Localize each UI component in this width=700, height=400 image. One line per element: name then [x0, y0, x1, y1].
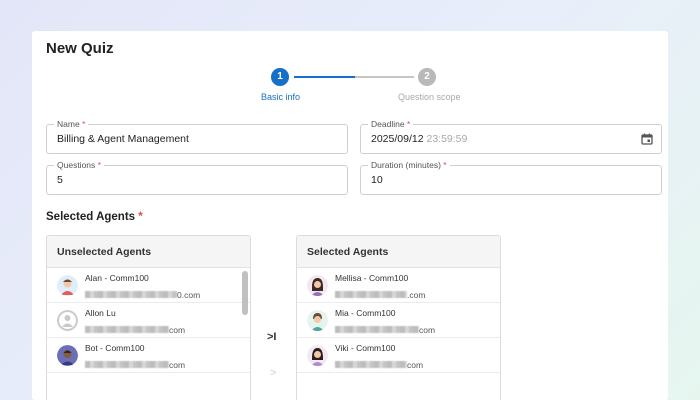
step-remaining-line	[355, 76, 414, 78]
agent-name: Allon Lu	[85, 308, 116, 318]
questions-input[interactable]: 5	[57, 174, 63, 186]
page-title: New Quiz	[46, 40, 114, 57]
agent-row[interactable]: Allon Lu com	[47, 303, 250, 338]
agent-email: .com	[335, 286, 425, 300]
step-progress-line	[294, 76, 355, 78]
name-input[interactable]: Billing & Agent Management	[57, 133, 189, 145]
agent-row[interactable]: Viki - Comm100 com	[297, 338, 500, 373]
agent-name: Bot - Comm100	[85, 343, 145, 353]
questions-field[interactable]: Questions * 5	[46, 159, 348, 195]
avatar	[307, 310, 328, 331]
step-2-label[interactable]: Question scope	[398, 92, 461, 102]
agent-email: com	[85, 356, 185, 370]
agent-row[interactable]: Bot - Comm100 com	[47, 338, 250, 373]
avatar	[307, 275, 328, 296]
agent-name: Viki - Comm100	[335, 343, 396, 353]
agent-name: Mia - Comm100	[335, 308, 396, 318]
calendar-icon[interactable]	[641, 133, 653, 145]
deadline-field[interactable]: Deadline * 2025/09/12 23:59:59	[360, 118, 662, 154]
agent-email: com	[335, 356, 423, 370]
agent-email: com	[335, 321, 435, 335]
move-all-button[interactable]: >I	[267, 331, 276, 343]
quiz-card: New Quiz 1 2 Basic info Question scope N…	[32, 31, 668, 400]
step-1-label[interactable]: Basic info	[261, 92, 300, 102]
agent-email: 0.com	[85, 286, 200, 300]
selected-agents-panel: Selected Agents Mellisa - Comm100 .com M…	[296, 235, 501, 400]
deadline-field-label: Deadline *	[368, 118, 414, 130]
agent-row[interactable]: Mia - Comm100 com	[297, 303, 500, 338]
avatar	[307, 345, 328, 366]
duration-input[interactable]: 10	[371, 174, 383, 186]
agent-email: com	[85, 321, 185, 335]
questions-field-label: Questions *	[54, 159, 104, 171]
avatar	[57, 345, 78, 366]
unselected-agents-header: Unselected Agents	[47, 236, 250, 268]
move-one-button[interactable]: >	[270, 367, 276, 379]
duration-field-label: Duration (minutes) *	[368, 159, 450, 171]
selected-agents-header: Selected Agents	[297, 236, 500, 268]
duration-field[interactable]: Duration (minutes) * 10	[360, 159, 662, 195]
avatar	[57, 310, 78, 331]
unselected-scrollbar[interactable]	[242, 271, 248, 315]
agent-row[interactable]: Mellisa - Comm100 .com	[297, 268, 500, 303]
agent-name: Mellisa - Comm100	[335, 273, 409, 283]
agent-row[interactable]: Alan - Comm100 0.com	[47, 268, 250, 303]
name-field-label: Name *	[54, 118, 89, 130]
step-2-indicator[interactable]: 2	[418, 68, 436, 86]
agent-name: Alan - Comm100	[85, 273, 149, 283]
avatar	[57, 275, 78, 296]
step-1-indicator[interactable]: 1	[271, 68, 289, 86]
unselected-agents-panel: Unselected Agents Alan - Comm100 0.com A…	[46, 235, 251, 400]
name-field[interactable]: Name * Billing & Agent Management	[46, 118, 348, 154]
deadline-input[interactable]: 2025/09/12 23:59:59	[371, 133, 467, 145]
selected-agents-title: Selected Agents *	[46, 211, 143, 223]
